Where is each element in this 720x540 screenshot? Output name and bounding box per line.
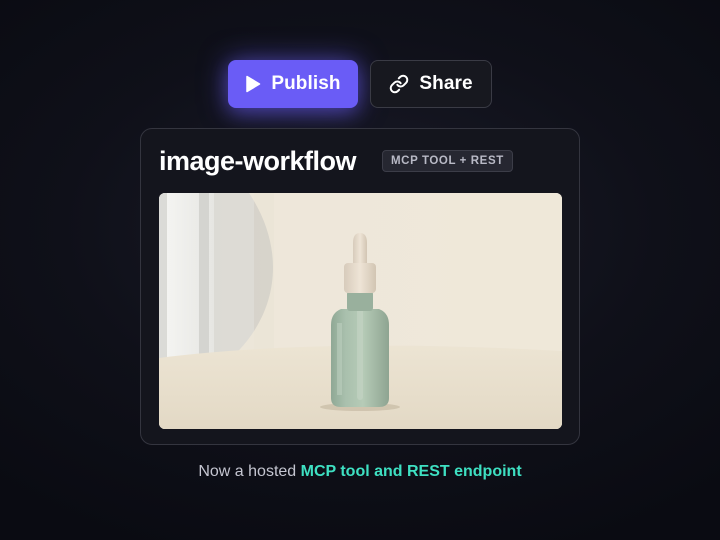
link-icon (389, 74, 409, 94)
share-label: Share (419, 73, 473, 94)
workflow-card: image-workflow MCP TOOL + REST (140, 128, 580, 445)
workflow-type-badge: MCP TOOL + REST (382, 150, 513, 172)
product-image (159, 193, 562, 429)
workflow-title: image-workflow (159, 146, 357, 176)
caption-highlight: MCP tool and REST endpoint (300, 463, 522, 480)
footer-caption: Now a hosted MCP tool and REST endpoint (0, 460, 720, 484)
publish-button[interactable]: Publish (228, 60, 358, 108)
publish-label: Publish (271, 73, 341, 94)
share-button[interactable]: Share (370, 60, 492, 108)
play-icon (245, 75, 261, 93)
caption-prefix: Now a hosted (198, 463, 301, 480)
